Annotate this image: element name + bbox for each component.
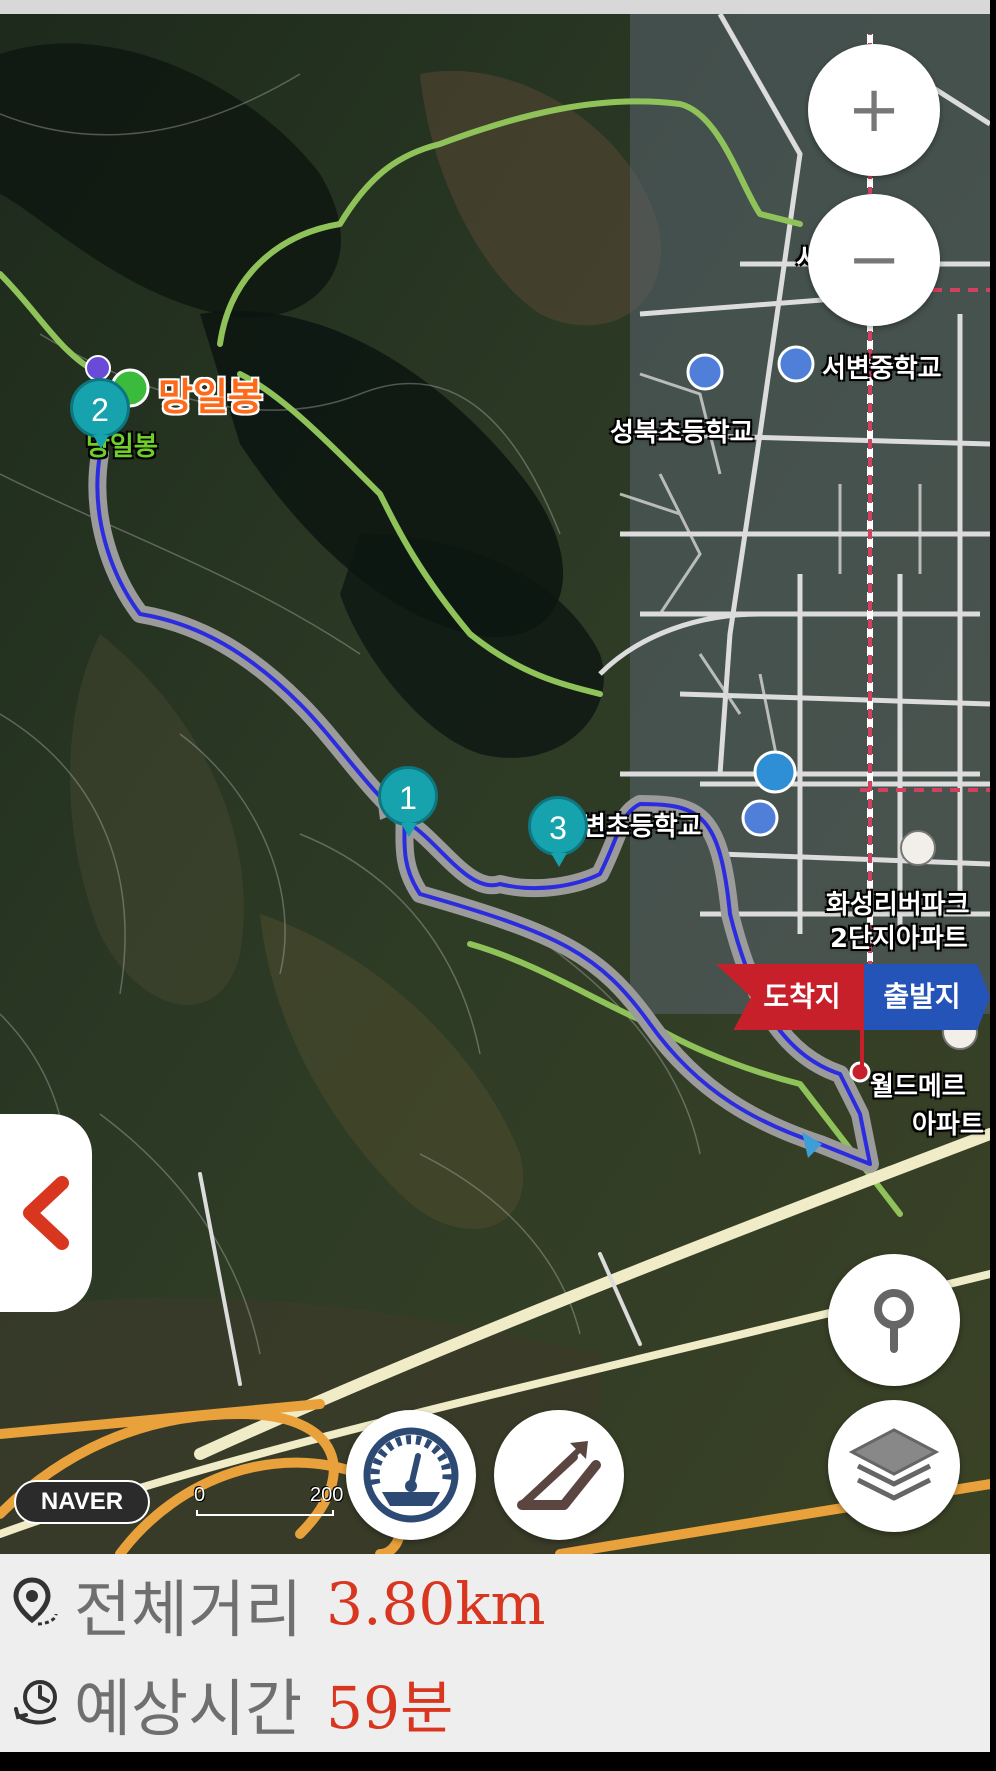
elevation-icon <box>517 1441 601 1510</box>
layers-button[interactable] <box>828 1400 960 1532</box>
naver-logo: NAVER <box>14 1480 150 1524</box>
distance-label: 전체거리 <box>74 1572 303 1646</box>
place-label-school: 서변중학교 <box>822 354 942 384</box>
location-button[interactable] <box>828 1254 960 1386</box>
place-label-apartment: 화성리버파크 <box>826 890 970 920</box>
plus-icon: + <box>847 73 901 147</box>
place-label-school: 성북초등학교 <box>610 418 754 448</box>
peak-label: 망일봉 <box>158 375 263 419</box>
flag-pole <box>860 964 864 1074</box>
location-pin-icon <box>874 1289 914 1353</box>
right-edge <box>990 0 996 1771</box>
arrival-flag-label: 도착지 <box>763 980 841 1013</box>
zoom-out-button[interactable]: − <box>808 194 940 326</box>
departure-flag-label: 출발지 <box>883 980 961 1013</box>
distance-row: 전체거리 3.80km <box>0 1554 990 1653</box>
waypoint-marker-3[interactable]: 3 <box>528 796 588 867</box>
back-button[interactable] <box>0 1114 92 1312</box>
departure-flag[interactable]: 출발지 <box>862 964 990 1030</box>
zoom-in-button[interactable]: + <box>808 44 940 176</box>
map-view[interactable]: 성북초등학교 서변중학교 변초등학교 화성리버파크 2단지아파트 월드메르 아파… <box>0 14 990 1554</box>
route-summary-panel: 전체거리 3.80km 예상시간 59분 <box>0 1554 990 1752</box>
place-label-apartment: 월드메르 <box>870 1072 966 1102</box>
waypoint-marker-1[interactable]: 1 <box>378 766 438 837</box>
waypoint-marker-2[interactable]: 2 <box>70 378 130 449</box>
distance-value: 3.80km <box>326 1569 546 1638</box>
chevron-left-icon <box>23 1176 69 1250</box>
scale-end-label: 200 <box>310 1484 344 1506</box>
scale-start-label: 0 <box>194 1484 206 1506</box>
time-value: 59분 <box>326 1673 454 1742</box>
elevation-button[interactable] <box>494 1410 624 1540</box>
place-label-apartment: 아파트 <box>912 1110 984 1140</box>
layers-icon <box>848 1428 940 1501</box>
time-row: 예상시간 59분 <box>0 1653 990 1752</box>
speed-button[interactable] <box>346 1410 476 1540</box>
bottom-bar <box>0 1752 996 1771</box>
minus-icon: − <box>847 223 901 297</box>
place-label-apartment: 2단지아파트 <box>830 924 968 954</box>
place-label-school: 변초등학교 <box>582 812 702 842</box>
scale-bar: 0 200 <box>194 1484 344 1520</box>
distance-pin-icon <box>13 1576 58 1625</box>
clock-icon <box>14 1679 57 1724</box>
speedometer-icon <box>363 1427 459 1523</box>
time-label: 예상시간 <box>74 1671 303 1745</box>
